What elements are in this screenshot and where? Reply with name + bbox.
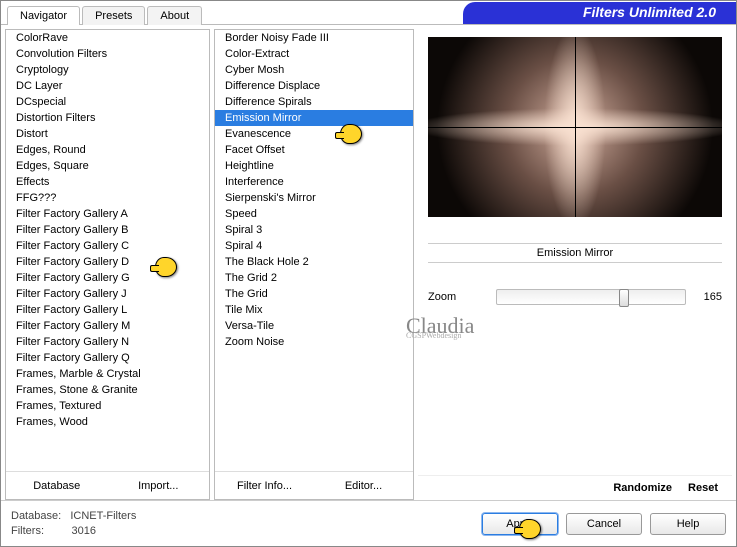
app-title-banner: Filters Unlimited 2.0 [463,2,736,24]
category-item[interactable]: Effects [6,174,209,190]
category-item[interactable]: Cryptology [6,62,209,78]
category-item[interactable]: Filter Factory Gallery N [6,334,209,350]
category-item[interactable]: DC Layer [6,78,209,94]
category-item[interactable]: Filter Factory Gallery B [6,222,209,238]
category-item[interactable]: Edges, Square [6,158,209,174]
filter-item[interactable]: Tile Mix [215,302,413,318]
preview-panel: Emission Mirror Zoom 165 Randomize Reset [418,29,732,500]
help-button[interactable]: Help [650,513,726,535]
category-item[interactable]: Distortion Filters [6,110,209,126]
status-filters-value: 3016 [72,525,96,537]
filter-panel: Border Noisy Fade IIIColor-ExtractCyber … [214,29,414,500]
randomize-button[interactable]: Randomize [613,482,672,494]
category-item[interactable]: Frames, Wood [6,414,209,430]
filter-item[interactable]: Spiral 4 [215,238,413,254]
category-item[interactable]: Filter Factory Gallery L [6,302,209,318]
category-item[interactable]: Edges, Round [6,142,209,158]
filter-item[interactable]: Evanescence [215,126,413,142]
status-db-label: Database: [11,510,61,522]
filter-item[interactable]: Difference Displace [215,78,413,94]
param-row-zoom: Zoom 165 [428,289,722,305]
filter-item[interactable]: Zoom Noise [215,334,413,350]
effect-preview [428,37,722,217]
filter-item[interactable]: Emission Mirror [215,110,413,126]
category-item[interactable]: ColorRave [6,30,209,46]
category-item[interactable]: FFG??? [6,190,209,206]
filter-item[interactable]: Speed [215,206,413,222]
tab-presets[interactable]: Presets [82,6,145,25]
filter-item[interactable]: Color-Extract [215,46,413,62]
cancel-button[interactable]: Cancel [566,513,642,535]
status-filters-label: Filters: [11,525,44,537]
category-list[interactable]: ColorRaveConvolution FiltersCryptologyDC… [6,30,209,471]
tab-navigator[interactable]: Navigator [7,6,80,25]
status-db-value: ICNET-Filters [70,510,136,522]
filter-item[interactable]: Border Noisy Fade III [215,30,413,46]
import-button[interactable]: Import... [108,472,210,499]
filter-item[interactable]: The Grid [215,286,413,302]
category-panel: ColorRaveConvolution FiltersCryptologyDC… [5,29,210,500]
filter-item[interactable]: The Grid 2 [215,270,413,286]
status-bar: Database: ICNET-Filters Filters: 3016 Ap… [1,500,736,546]
current-filter-name: Emission Mirror [418,243,732,263]
category-item[interactable]: DCspecial [6,94,209,110]
category-item[interactable]: Frames, Stone & Granite [6,382,209,398]
database-button[interactable]: Database [6,472,108,499]
filter-list[interactable]: Border Noisy Fade IIIColor-ExtractCyber … [215,30,413,471]
filter-item[interactable]: Spiral 3 [215,222,413,238]
filter-item[interactable]: Cyber Mosh [215,62,413,78]
param-value: 165 [694,291,722,303]
header: Navigator Presets About Filters Unlimite… [1,1,736,25]
category-item[interactable]: Distort [6,126,209,142]
filter-item[interactable]: Interference [215,174,413,190]
filter-item[interactable]: Facet Offset [215,142,413,158]
param-label: Zoom [428,291,488,303]
filter-item[interactable]: Difference Spirals [215,94,413,110]
category-item[interactable]: Filter Factory Gallery Q [6,350,209,366]
category-item[interactable]: Filter Factory Gallery G [6,270,209,286]
tab-about[interactable]: About [147,6,202,25]
filter-item[interactable]: Versa-Tile [215,318,413,334]
category-item[interactable]: Filter Factory Gallery A [6,206,209,222]
reset-button[interactable]: Reset [688,482,718,494]
filter-item[interactable]: Heightline [215,158,413,174]
category-item[interactable]: Filter Factory Gallery C [6,238,209,254]
editor-button[interactable]: Editor... [314,472,413,499]
app-window: Navigator Presets About Filters Unlimite… [0,0,737,547]
category-item[interactable]: Filter Factory Gallery D [6,254,209,270]
filter-item[interactable]: Sierpenski's Mirror [215,190,413,206]
category-item[interactable]: Frames, Textured [6,398,209,414]
category-item[interactable]: Filter Factory Gallery M [6,318,209,334]
tab-bar: Navigator Presets About [7,5,204,24]
zoom-slider[interactable] [496,289,686,305]
category-item[interactable]: Filter Factory Gallery J [6,286,209,302]
apply-button[interactable]: Apply [482,513,558,535]
navigator-body: ColorRaveConvolution FiltersCryptologyDC… [1,25,736,500]
filter-item[interactable]: The Black Hole 2 [215,254,413,270]
category-item[interactable]: Frames, Marble & Crystal [6,366,209,382]
filter-info-button[interactable]: Filter Info... [215,472,314,499]
category-item[interactable]: Convolution Filters [6,46,209,62]
